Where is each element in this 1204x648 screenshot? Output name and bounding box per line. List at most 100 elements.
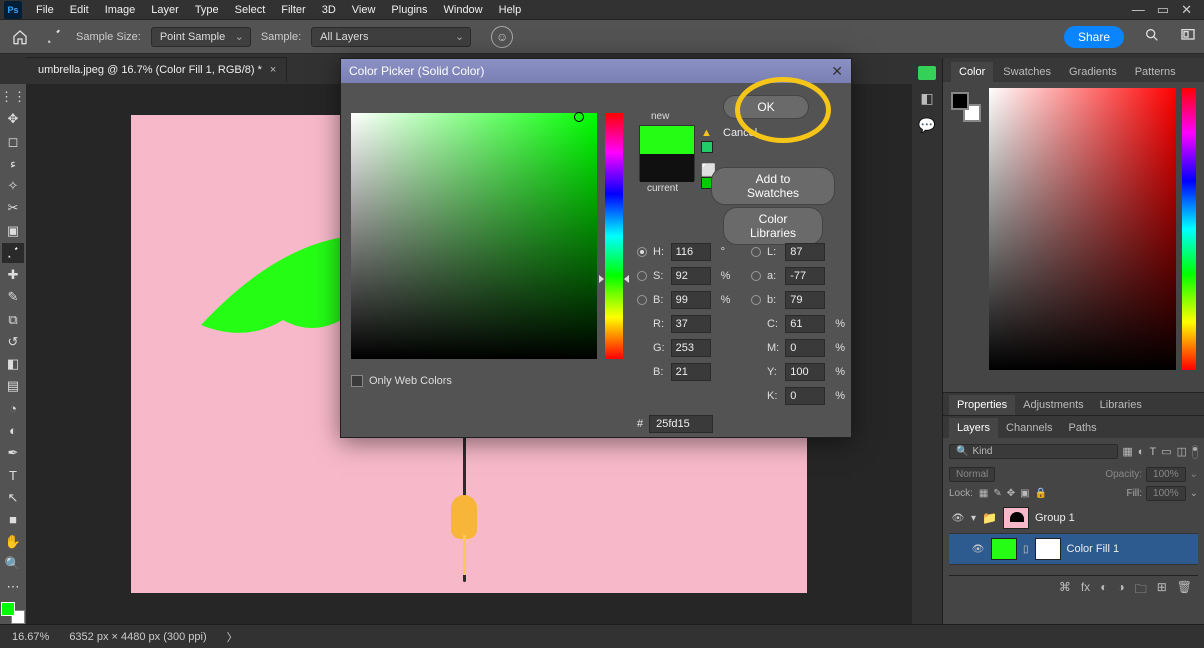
fg-color-swatch[interactable]	[1, 602, 15, 616]
brush-tool[interactable]: ✎	[2, 287, 24, 307]
panel-fgbg-swatch[interactable]	[951, 92, 981, 122]
gamut-warning-swatch[interactable]	[701, 141, 713, 153]
panel-hue-slider[interactable]	[1182, 88, 1196, 370]
history-brush-tool[interactable]: ↺	[2, 332, 24, 352]
move-tool[interactable]: ✥	[2, 109, 24, 129]
sample-size-select[interactable]: Point Sample	[151, 27, 251, 47]
dialog-close-icon[interactable]: ✕	[831, 63, 843, 80]
input-m[interactable]	[785, 339, 825, 357]
tab-gradients[interactable]: Gradients	[1061, 62, 1125, 82]
tab-paths[interactable]: Paths	[1061, 418, 1105, 438]
menu-window[interactable]: Window	[436, 2, 491, 18]
tab-adjustments[interactable]: Adjustments	[1015, 395, 1092, 415]
fg-bg-swatch[interactable]	[1, 602, 25, 624]
menu-view[interactable]: View	[344, 2, 384, 18]
dialog-titlebar[interactable]: Color Picker (Solid Color) ✕	[341, 59, 851, 83]
tab-properties[interactable]: Properties	[949, 395, 1015, 415]
menu-type[interactable]: Type	[187, 2, 227, 18]
layer-filter-kind-select[interactable]: 🔍 Kind	[949, 444, 1118, 459]
marquee-tool[interactable]: ◻	[2, 132, 24, 152]
close-window-icon[interactable]: ✕	[1181, 2, 1192, 18]
frame-tool[interactable]: ▣	[2, 221, 24, 241]
group-name[interactable]: Group 1	[1035, 512, 1075, 524]
lock-transparent-icon[interactable]: ▦	[979, 488, 988, 499]
menu-filter[interactable]: Filter	[273, 2, 313, 18]
tab-libraries[interactable]: Libraries	[1092, 395, 1150, 415]
tab-channels[interactable]: Channels	[998, 418, 1060, 438]
add-to-swatches-button[interactable]: Add to Swatches	[711, 167, 835, 205]
lock-position-icon[interactable]: ✥	[1007, 488, 1015, 499]
sv-cursor[interactable]	[574, 112, 584, 122]
stamp-tool[interactable]: ⧉	[2, 310, 24, 330]
only-web-colors-checkbox[interactable]: Only Web Colors	[351, 375, 452, 387]
panel-fg-swatch[interactable]	[951, 92, 969, 110]
input-y[interactable]	[785, 363, 825, 381]
path-tool[interactable]: ↖	[2, 488, 24, 508]
ok-button[interactable]: OK	[723, 95, 809, 119]
fill-thumb[interactable]	[991, 538, 1017, 560]
zoom-readout[interactable]: 16.67%	[12, 631, 49, 643]
sample-select[interactable]: All Layers	[311, 27, 471, 47]
eraser-tool[interactable]: ◧	[2, 354, 24, 374]
shape-tool[interactable]: ■	[2, 510, 24, 530]
tab-layers[interactable]: Layers	[949, 418, 998, 438]
link-layers-icon[interactable]: ⌘	[1059, 580, 1071, 601]
fx-menu-icon[interactable]: fx	[1081, 580, 1090, 601]
new-color-swatch[interactable]	[640, 126, 694, 154]
new-group-icon[interactable]: 🗀	[1135, 580, 1147, 601]
tab-color[interactable]: Color	[951, 62, 993, 82]
workspace-icon[interactable]	[1180, 27, 1196, 46]
layer-hidden-row[interactable]	[949, 565, 1198, 575]
lock-all-icon[interactable]: 🔒	[1035, 488, 1047, 499]
input-r[interactable]	[671, 315, 711, 333]
link-mask-icon[interactable]: ▯	[1023, 544, 1029, 555]
input-hex[interactable]	[649, 415, 713, 433]
edit-toolbar-icon[interactable]: ⋯	[2, 577, 24, 597]
radio-l[interactable]	[751, 247, 761, 257]
visibility-toggle-icon[interactable]: 👁	[971, 544, 985, 555]
heal-tool[interactable]: ✚	[2, 265, 24, 285]
filter-toggle[interactable]	[1192, 445, 1198, 459]
input-bb[interactable]	[671, 363, 711, 381]
new-layer-icon[interactable]: ⊞	[1157, 580, 1167, 601]
menu-plugins[interactable]: Plugins	[383, 2, 435, 18]
share-button[interactable]: Share	[1064, 26, 1124, 48]
filter-adjust-icon[interactable]: ◐	[1138, 446, 1145, 458]
group-mask-thumb[interactable]	[1003, 507, 1029, 529]
blend-mode-select[interactable]: Normal	[949, 467, 995, 482]
minimize-icon[interactable]: —	[1132, 2, 1145, 18]
lock-pixels-icon[interactable]: ✎	[993, 488, 1001, 499]
dodge-tool[interactable]: ◐	[2, 421, 24, 441]
input-g[interactable]	[671, 339, 711, 357]
radio-a[interactable]	[751, 271, 761, 281]
menu-layer[interactable]: Layer	[143, 2, 187, 18]
panel-sv-field[interactable]	[989, 88, 1176, 370]
menu-help[interactable]: Help	[491, 2, 530, 18]
visibility-toggle-icon[interactable]: 👁	[951, 513, 965, 524]
home-button[interactable]	[8, 25, 32, 49]
collapsed-comment-icon[interactable]: 💬	[918, 117, 935, 134]
crop-tool[interactable]: ✂	[2, 198, 24, 218]
type-tool[interactable]: T	[2, 465, 24, 485]
disclosure-triangle-icon[interactable]: ▾	[971, 513, 976, 524]
menu-select[interactable]: Select	[227, 2, 274, 18]
fill-input[interactable]: 100%	[1146, 486, 1186, 501]
input-b[interactable]	[671, 291, 711, 309]
fill-layer-name[interactable]: Color Fill 1	[1067, 543, 1120, 555]
input-s[interactable]	[671, 267, 711, 285]
input-a[interactable]	[785, 267, 825, 285]
radio-s[interactable]	[637, 271, 647, 281]
tab-swatches[interactable]: Swatches	[995, 62, 1059, 82]
radio-b[interactable]	[637, 295, 647, 305]
delete-layer-icon[interactable]: 🗑	[1177, 580, 1192, 601]
grip-icon[interactable]: ⋮⋮	[2, 87, 24, 107]
status-chevron-icon[interactable]: 〉	[227, 629, 238, 645]
search-icon[interactable]	[1144, 27, 1160, 46]
eyedropper-preset-icon[interactable]	[42, 25, 66, 49]
wand-tool[interactable]: ✧	[2, 176, 24, 196]
menu-file[interactable]: File	[28, 2, 62, 18]
fill-chevron-icon[interactable]: ⌄	[1190, 488, 1198, 499]
document-tab[interactable]: umbrella.jpeg @ 16.7% (Color Fill 1, RGB…	[26, 57, 287, 82]
radio-lab-b[interactable]	[751, 295, 761, 305]
menu-image[interactable]: Image	[97, 2, 144, 18]
